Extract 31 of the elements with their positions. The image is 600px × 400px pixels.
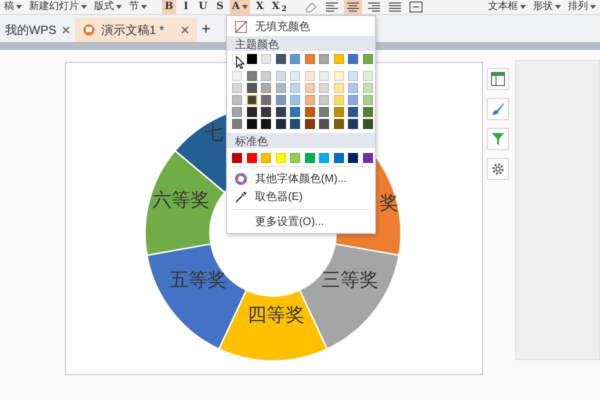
slice-label: 七 bbox=[204, 122, 224, 144]
slice-label: 四等奖 bbox=[248, 304, 304, 326]
section-header: 标准色 bbox=[227, 133, 375, 148]
slice-label: 三等奖 bbox=[322, 269, 378, 291]
tab-label: 演示文稿1 * bbox=[101, 22, 164, 39]
document-tab[interactable]: 我的WPS bbox=[0, 18, 76, 42]
section-header: 主题颜色 bbox=[227, 36, 375, 51]
tab-label: 我的WPS bbox=[5, 22, 56, 39]
menu-item[interactable]: 其他字体颜色(M)... bbox=[255, 170, 347, 188]
menu-button[interactable]: 排列 bbox=[566, 0, 598, 14]
menu-item[interactable]: 更多设置(O)... bbox=[255, 214, 324, 230]
menu-item[interactable]: 取色器(E) bbox=[255, 188, 303, 206]
menu-button[interactable]: 版式 bbox=[92, 0, 124, 14]
menu-button[interactable]: 形状 bbox=[531, 0, 563, 14]
menu-item[interactable]: 无填充颜色 bbox=[255, 18, 310, 36]
slice-label: 奖 bbox=[380, 192, 398, 214]
format-button[interactable]: X$_{2}$ bbox=[270, 0, 289, 14]
document-tab[interactable]: 演示文稿1 * bbox=[75, 18, 198, 42]
menu-button[interactable]: 稿 bbox=[2, 0, 24, 14]
new-tab-button[interactable]: + bbox=[197, 18, 215, 42]
format-button[interactable]: X bbox=[252, 0, 267, 14]
slice-label: 五等奖 bbox=[170, 269, 226, 291]
slice-label: 六等奖 bbox=[152, 189, 210, 211]
format-button[interactable]: U bbox=[196, 0, 210, 14]
format-button[interactable]: I bbox=[179, 0, 193, 14]
font-color-button[interactable]: A bbox=[230, 0, 250, 14]
menu-button[interactable]: 新建幻灯片 bbox=[27, 0, 89, 14]
menu-button[interactable]: 文本框 bbox=[486, 0, 528, 14]
format-button[interactable]: B bbox=[162, 0, 176, 14]
format-button[interactable]: S bbox=[213, 0, 227, 14]
menu-button[interactable]: 节 bbox=[127, 0, 149, 14]
